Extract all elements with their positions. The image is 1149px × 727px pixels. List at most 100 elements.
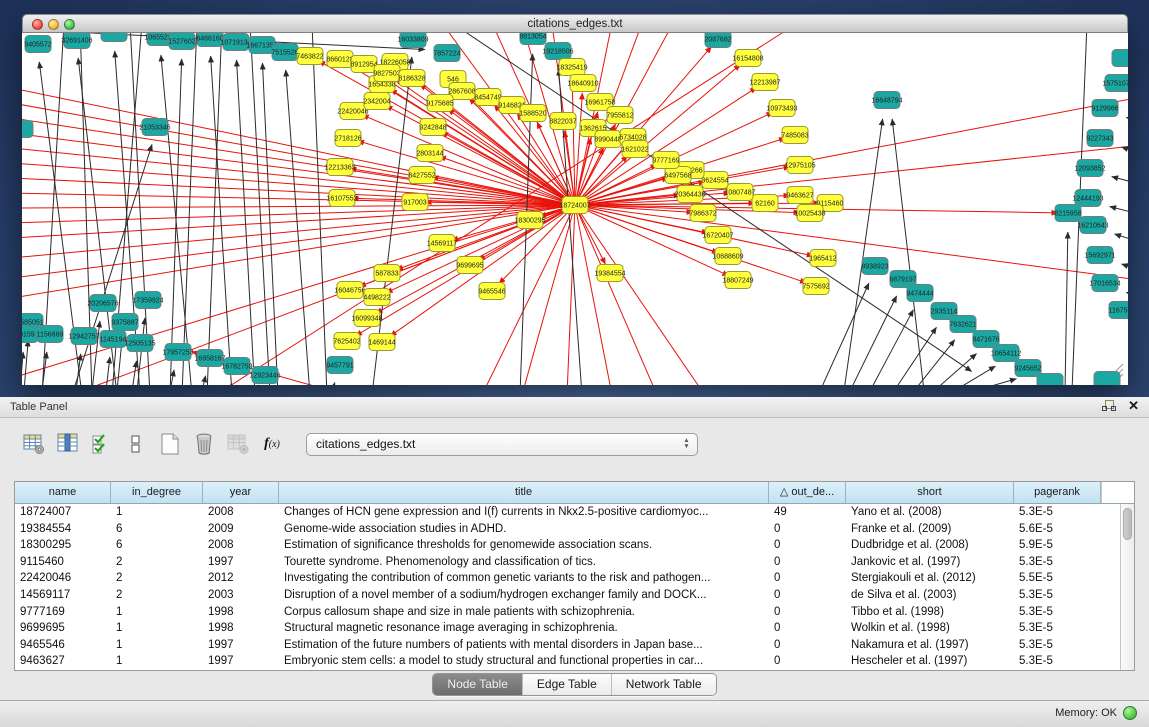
tab-node-table[interactable]: Node Table [433, 674, 522, 695]
graph-node[interactable]: 917003 [402, 194, 428, 211]
graph-edge[interactable] [386, 205, 575, 293]
graph-node[interactable]: 9457791 [326, 357, 353, 374]
graph-edge[interactable] [1126, 117, 1128, 130]
graph-edge[interactable] [892, 119, 924, 385]
graph-node[interactable]: 10654112 [991, 345, 1022, 362]
graph-edge[interactable] [870, 310, 913, 385]
graph-node[interactable]: 17359924 [132, 292, 163, 309]
graph-node[interactable]: 10688609 [712, 248, 743, 265]
graph-node[interactable]: 18807249 [722, 272, 753, 289]
graph-edge[interactable] [844, 119, 883, 385]
graph-node[interactable]: 20364436 [674, 186, 705, 203]
network-window-titlebar[interactable]: citations_edges.txt [22, 14, 1128, 33]
graph-node[interactable]: 9699695 [456, 257, 483, 274]
table-mode-icon[interactable] [20, 431, 48, 457]
graph-edge[interactable] [250, 33, 270, 385]
graph-node[interactable]: 8427552 [408, 167, 435, 184]
graph-node[interactable]: 7463822 [296, 48, 323, 65]
graph-edge[interactable] [207, 33, 222, 385]
graph-node[interactable]: 2342004 [363, 93, 390, 110]
graph-node[interactable]: 9474444 [906, 285, 933, 302]
graph-node[interactable]: 12213363 [324, 159, 355, 176]
graph-node[interactable]: 7625402 [333, 333, 360, 350]
table-row[interactable]: 1872400712008Changes of HCN gene express… [15, 504, 1134, 521]
graph-node[interactable]: 16648794 [871, 92, 902, 109]
graph-node[interactable]: 1469144 [368, 334, 395, 351]
graph-edge[interactable] [575, 205, 702, 385]
graph-node[interactable]: 16107552 [326, 190, 357, 207]
graph-node[interactable]: 16782759 [221, 358, 252, 375]
graph-node[interactable]: 9242848 [419, 119, 446, 136]
table-row[interactable]: 1456911722003Disruption of a novel membe… [15, 587, 1134, 604]
graph-edge[interactable] [1110, 206, 1128, 220]
graph-edge[interactable] [1122, 264, 1128, 277]
graph-edge[interactable] [22, 133, 575, 205]
graph-node[interactable] [1037, 374, 1063, 386]
graph-node[interactable]: 19218506 [542, 43, 573, 60]
graph-node[interactable]: 7632621 [949, 316, 976, 333]
graph-node[interactable]: 1588520 [519, 105, 546, 122]
table-selector-dropdown[interactable]: citations_edges.txt ▲▼ [306, 433, 698, 456]
tab-edge-table[interactable]: Edge Table [522, 674, 611, 695]
graph-node[interactable]: 16210643 [1077, 217, 1108, 234]
graph-node[interactable]: 8822037 [549, 113, 576, 130]
column-header-in_degree[interactable]: in_degree [111, 482, 203, 503]
graph-edge[interactable] [974, 379, 1016, 385]
tab-network-table[interactable]: Network Table [611, 674, 716, 695]
graph-edge[interactable] [452, 33, 972, 371]
graph-node[interactable]: 16154808 [732, 50, 763, 67]
graph-node[interactable]: 9245652 [1014, 360, 1041, 377]
graph-node[interactable]: 14569117 [427, 235, 458, 252]
column-header-out_de[interactable]: △ out_de... [769, 482, 846, 503]
graph-node[interactable]: 18300295 [514, 212, 545, 229]
graph-node[interactable]: 16099348 [351, 310, 382, 327]
graph-node[interactable]: 9129966 [1091, 100, 1118, 117]
graph-edge[interactable] [202, 376, 206, 385]
graph-node[interactable]: 1167533 [1109, 302, 1128, 319]
graph-edge[interactable] [132, 361, 137, 385]
table-row[interactable]: 946362711997Embryonic stem cells: a mode… [15, 653, 1134, 670]
graph-node[interactable]: 9175685 [426, 95, 453, 112]
graph-edge[interactable] [22, 205, 575, 238]
delete-column-icon[interactable] [190, 431, 218, 457]
graph-node[interactable]: 2803144 [416, 145, 443, 162]
graph-node[interactable]: 2087682 [704, 33, 731, 48]
graph-edge[interactable] [954, 366, 995, 385]
graph-edge[interactable] [358, 141, 575, 205]
graph-node[interactable]: 9463627 [786, 187, 813, 204]
table-row[interactable]: 946554611997Estimation of the future num… [15, 637, 1134, 654]
column-header-name[interactable]: name [15, 482, 111, 503]
graph-node[interactable]: 12213987 [749, 74, 780, 91]
network-view-canvas[interactable]: 9405572326914061065528715276026466160107… [22, 33, 1128, 385]
show-columns-icon[interactable] [54, 431, 82, 457]
graph-node[interactable]: 587833 [374, 265, 400, 282]
graph-edge[interactable] [24, 340, 28, 385]
graph-node[interactable]: 39159 [22, 326, 38, 343]
table-row[interactable]: 977716911998Corpus callosum shape and si… [15, 604, 1134, 621]
graph-edge[interactable] [262, 63, 278, 385]
graph-node[interactable]: 18724007 [559, 197, 590, 214]
column-header-year[interactable]: year [203, 482, 279, 503]
graph-node[interactable]: 15751074 [1102, 75, 1128, 92]
graph-node[interactable]: 12093852 [1074, 160, 1105, 177]
select-rows-icon[interactable] [88, 431, 116, 457]
graph-node[interactable]: 9827503 [373, 65, 400, 82]
graph-node[interactable]: 10973493 [766, 100, 797, 117]
table-scrollbar-thumb[interactable] [1123, 508, 1132, 540]
graph-node[interactable]: 1156869 [37, 326, 64, 343]
graph-node[interactable]: 8990448 [594, 131, 621, 148]
graph-node[interactable]: 1965412 [809, 250, 836, 267]
graph-edge[interactable] [332, 382, 335, 385]
minimize-window-button[interactable] [48, 19, 59, 30]
table-row[interactable]: 969969511998Structural magnetic resonanc… [15, 620, 1134, 637]
graph-edge[interactable] [182, 33, 197, 385]
create-column-icon[interactable] [156, 431, 184, 457]
graph-node[interactable]: 9465546 [478, 283, 505, 300]
graph-node[interactable]: 9227343 [1086, 130, 1113, 147]
graph-edge[interactable] [130, 33, 150, 385]
graph-edge[interactable] [22, 148, 575, 205]
graph-edge[interactable] [820, 283, 869, 385]
graph-node[interactable]: 15692971 [1084, 247, 1115, 264]
table-scrollbar[interactable] [1120, 504, 1134, 670]
graph-node[interactable]: 7986372 [689, 205, 716, 222]
